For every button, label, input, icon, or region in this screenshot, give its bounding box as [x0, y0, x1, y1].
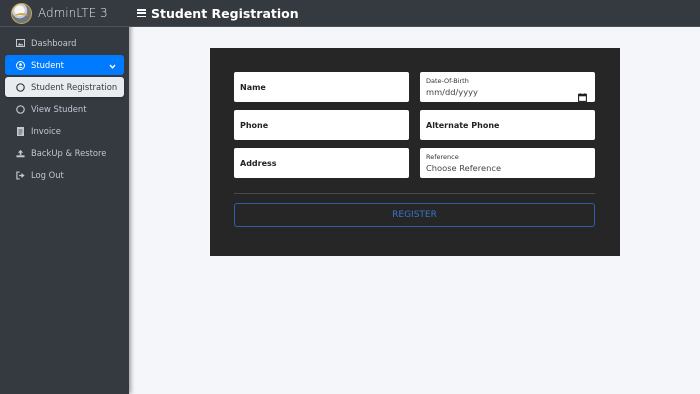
sidebar-item-student[interactable]: Student: [5, 55, 124, 75]
sidebar-item-label: BackUp & Restore: [31, 148, 107, 158]
register-button[interactable]: REGISTER: [234, 203, 595, 227]
sign-out-icon: [16, 170, 25, 180]
brand-name: AdminLTE 3: [38, 6, 108, 20]
address-label: Address: [240, 159, 277, 168]
reference-select[interactable]: Reference Choose Reference: [420, 148, 595, 178]
calendar-icon[interactable]: [578, 87, 587, 106]
sidebar-nav: Dashboard Student Student Registration V…: [0, 27, 129, 185]
brand-logo: [11, 2, 32, 24]
upload-icon: [16, 149, 25, 158]
sidebar-item-dashboard[interactable]: Dashboard: [5, 33, 124, 53]
reference-value: Choose Reference: [426, 163, 502, 173]
dob-label: Date-Of-Birth: [426, 77, 469, 85]
sidebar-item-student-registration[interactable]: Student Registration: [5, 77, 124, 97]
form-divider: [234, 193, 595, 194]
address-field[interactable]: Address: [234, 148, 409, 178]
sidebar: AdminLTE 3 Dashboard Student Student Reg…: [0, 0, 129, 394]
sidebar-item-label: Student: [31, 60, 64, 70]
name-field[interactable]: Name: [234, 72, 409, 102]
sidebar-item-label: Invoice: [31, 126, 61, 136]
sidebar-item-label: Student Registration: [31, 82, 118, 92]
chevron-down-icon: [109, 61, 116, 71]
user-circle-icon: [16, 60, 25, 70]
dob-field[interactable]: Date-Of-Birth mm/dd/yyyy: [420, 72, 595, 102]
page-title: Student Registration: [151, 5, 299, 21]
circle-icon: [16, 104, 25, 114]
sidebar-item-label: Log Out: [31, 170, 64, 180]
image-icon: [16, 39, 25, 48]
reference-label: Reference: [426, 153, 459, 161]
registration-card: Name Date-Of-Birth mm/dd/yyyy Phone Alte…: [210, 48, 620, 256]
file-icon: [16, 126, 25, 136]
sidebar-item-backup-restore[interactable]: BackUp & Restore: [5, 143, 124, 163]
dob-placeholder: mm/dd/yyyy: [426, 87, 478, 97]
sidebar-item-log-out[interactable]: Log Out: [5, 165, 124, 185]
sidebar-item-label: Dashboard: [31, 38, 77, 48]
brand-link[interactable]: AdminLTE 3: [0, 0, 129, 27]
alternate-phone-field[interactable]: Alternate Phone: [420, 110, 595, 140]
sidebar-item-view-student[interactable]: View Student: [5, 99, 124, 119]
circle-icon: [16, 82, 25, 92]
phone-label: Phone: [240, 121, 269, 130]
sidebar-item-invoice[interactable]: Invoice: [5, 121, 124, 141]
alternate-phone-label: Alternate Phone: [426, 121, 500, 130]
phone-field[interactable]: Phone: [234, 110, 409, 140]
name-label: Name: [240, 83, 266, 92]
menu-toggle-icon[interactable]: [137, 9, 146, 17]
sidebar-item-label: View Student: [31, 104, 87, 114]
top-header: Student Registration: [129, 0, 700, 27]
